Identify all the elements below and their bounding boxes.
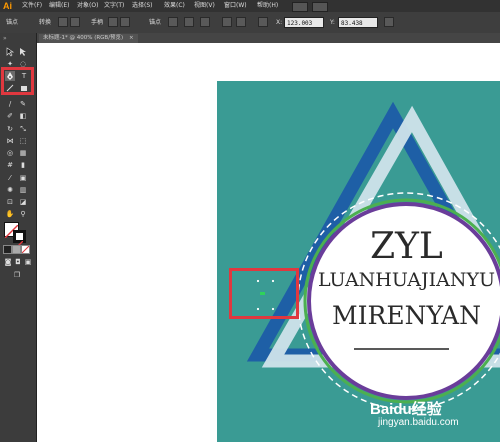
anchor-point — [260, 292, 265, 295]
app-logo: Ai — [3, 1, 12, 11]
artwork-line-mirenyan: MIRENYAN — [332, 301, 481, 330]
bridge-button[interactable] — [292, 2, 308, 12]
connect-endpoints-button[interactable] — [184, 17, 194, 27]
draw-behind-icon[interactable]: ◘ — [14, 257, 22, 266]
menu-file[interactable]: 文件(F) — [22, 0, 42, 12]
type-tool-icon[interactable]: T — [19, 71, 29, 81]
watermark-url: jingyan.baidu.com — [378, 417, 459, 428]
arrange-documents-button[interactable] — [312, 2, 328, 12]
control-bar: 锚点 转换 手柄 锚点 X: 123.003 Y: 83.438 — [0, 12, 500, 34]
remove-anchor-button[interactable] — [168, 17, 178, 27]
rectangle-tool-icon[interactable] — [19, 83, 29, 93]
pencil-tool-icon[interactable]: ✎ — [18, 99, 28, 109]
menu-view[interactable]: 视图(V) — [194, 0, 215, 12]
slice-tool-icon[interactable]: ◪ — [18, 197, 28, 207]
constrain-button[interactable] — [384, 17, 394, 27]
stroke-swatch[interactable] — [13, 230, 26, 249]
draw-normal-icon[interactable]: ◙ — [4, 257, 12, 266]
anchors-label: 锚点 — [149, 19, 162, 26]
y-field[interactable]: 83.438 — [338, 17, 378, 28]
isolate-button[interactable] — [222, 17, 232, 27]
menu-select[interactable]: 选择(S) — [132, 0, 153, 12]
mesh-tool-icon[interactable]: # — [5, 160, 15, 170]
shape-builder-tool-icon[interactable]: ◎ — [5, 148, 15, 158]
draw-inside-icon[interactable]: ▣ — [24, 257, 32, 266]
blob-brush-tool-icon[interactable]: ✐ — [5, 111, 15, 121]
line-tool-icon[interactable] — [5, 83, 15, 93]
eraser-tool-icon[interactable]: ◧ — [18, 111, 28, 121]
align-button[interactable] — [236, 17, 246, 27]
artboard[interactable]: ZYL LUANHUAJIANYU MIRENYAN — [217, 81, 500, 442]
artboard-tool-icon[interactable]: ⊡ — [5, 197, 15, 207]
direct-selection-tool-icon[interactable] — [18, 47, 28, 57]
close-icon[interactable]: × — [129, 35, 134, 41]
x-field[interactable]: 123.003 — [284, 17, 324, 28]
anchor-label: 锚点 — [6, 19, 19, 26]
watermark-brand: Baidu经验 — [370, 401, 442, 418]
none-mode-button[interactable] — [21, 245, 30, 254]
y-label: Y: — [330, 19, 335, 26]
menu-help[interactable]: 帮助(H) — [257, 0, 278, 12]
convert-smooth-button[interactable] — [70, 17, 80, 27]
gradient-tool-icon[interactable]: ▮ — [18, 160, 28, 170]
menu-effect[interactable]: 效果(C) — [164, 0, 185, 12]
scale-tool-icon[interactable]: ⤡ — [18, 124, 28, 134]
zoom-tool-icon[interactable]: ⚲ — [18, 209, 28, 219]
perspective-grid-tool-icon[interactable]: ▦ — [18, 148, 28, 158]
column-graph-tool-icon[interactable]: ▥ — [18, 185, 28, 195]
gradient-mode-button[interactable] — [12, 245, 21, 254]
collapse-icon[interactable]: » — [3, 35, 7, 42]
hand-tool-icon[interactable]: ✋ — [5, 209, 15, 219]
menu-type[interactable]: 文字(T) — [104, 0, 124, 12]
menu-bar: Ai 文件(F) 编辑(E) 对象(O) 文字(T) 选择(S) 效果(C) 视… — [0, 0, 500, 12]
menu-window[interactable]: 窗口(W) — [224, 0, 247, 12]
artwork-line-zyl: ZYL — [370, 226, 443, 267]
selection-tool-icon[interactable] — [5, 47, 15, 57]
eyedropper-tool-icon[interactable]: ⁄ — [5, 173, 15, 183]
width-tool-icon[interactable]: ⋈ — [5, 136, 15, 146]
document-tab-bar: 未标题-1* @ 400% (RGB/预览) × — [37, 33, 500, 43]
paintbrush-tool-icon[interactable]: / — [5, 99, 15, 109]
hide-handles-button[interactable] — [108, 17, 118, 27]
document-tab-title: 未标题-1* @ 400% (RGB/预览) — [43, 35, 124, 41]
menu-object[interactable]: 对象(O) — [77, 0, 98, 12]
convert-corner-button[interactable] — [58, 17, 68, 27]
handles-label: 手柄 — [91, 19, 104, 26]
document-tab[interactable]: 未标题-1* @ 400% (RGB/预览) × — [39, 34, 138, 43]
transform-button[interactable] — [258, 17, 268, 27]
color-mode-button[interactable] — [3, 245, 12, 254]
free-transform-tool-icon[interactable]: ⬚ — [18, 136, 28, 146]
tools-panel: » ✦ ◌ T / ✎ ✐ ◧ ↻ ⤡ ⋈ ⬚ ◎ ▦ # ▮ ⁄ ▣ ✺ ▥ … — [0, 33, 37, 442]
pen-tool-icon[interactable] — [5, 71, 15, 81]
menu-edit[interactable]: 编辑(E) — [49, 0, 69, 12]
blend-tool-icon[interactable]: ▣ — [18, 173, 28, 183]
cut-path-button[interactable] — [200, 17, 210, 27]
show-handles-button[interactable] — [120, 17, 130, 27]
rotate-tool-icon[interactable]: ↻ — [5, 124, 15, 134]
screen-mode-icon[interactable]: ❐ — [11, 270, 23, 280]
symbol-sprayer-tool-icon[interactable]: ✺ — [5, 185, 15, 195]
anchor-point-handles[interactable] — [229, 268, 299, 319]
artwork-line-luanhuajianyu: LUANHUAJIANYU — [317, 269, 496, 291]
convert-label: 转换 — [39, 19, 52, 26]
x-label: X: — [276, 19, 283, 26]
